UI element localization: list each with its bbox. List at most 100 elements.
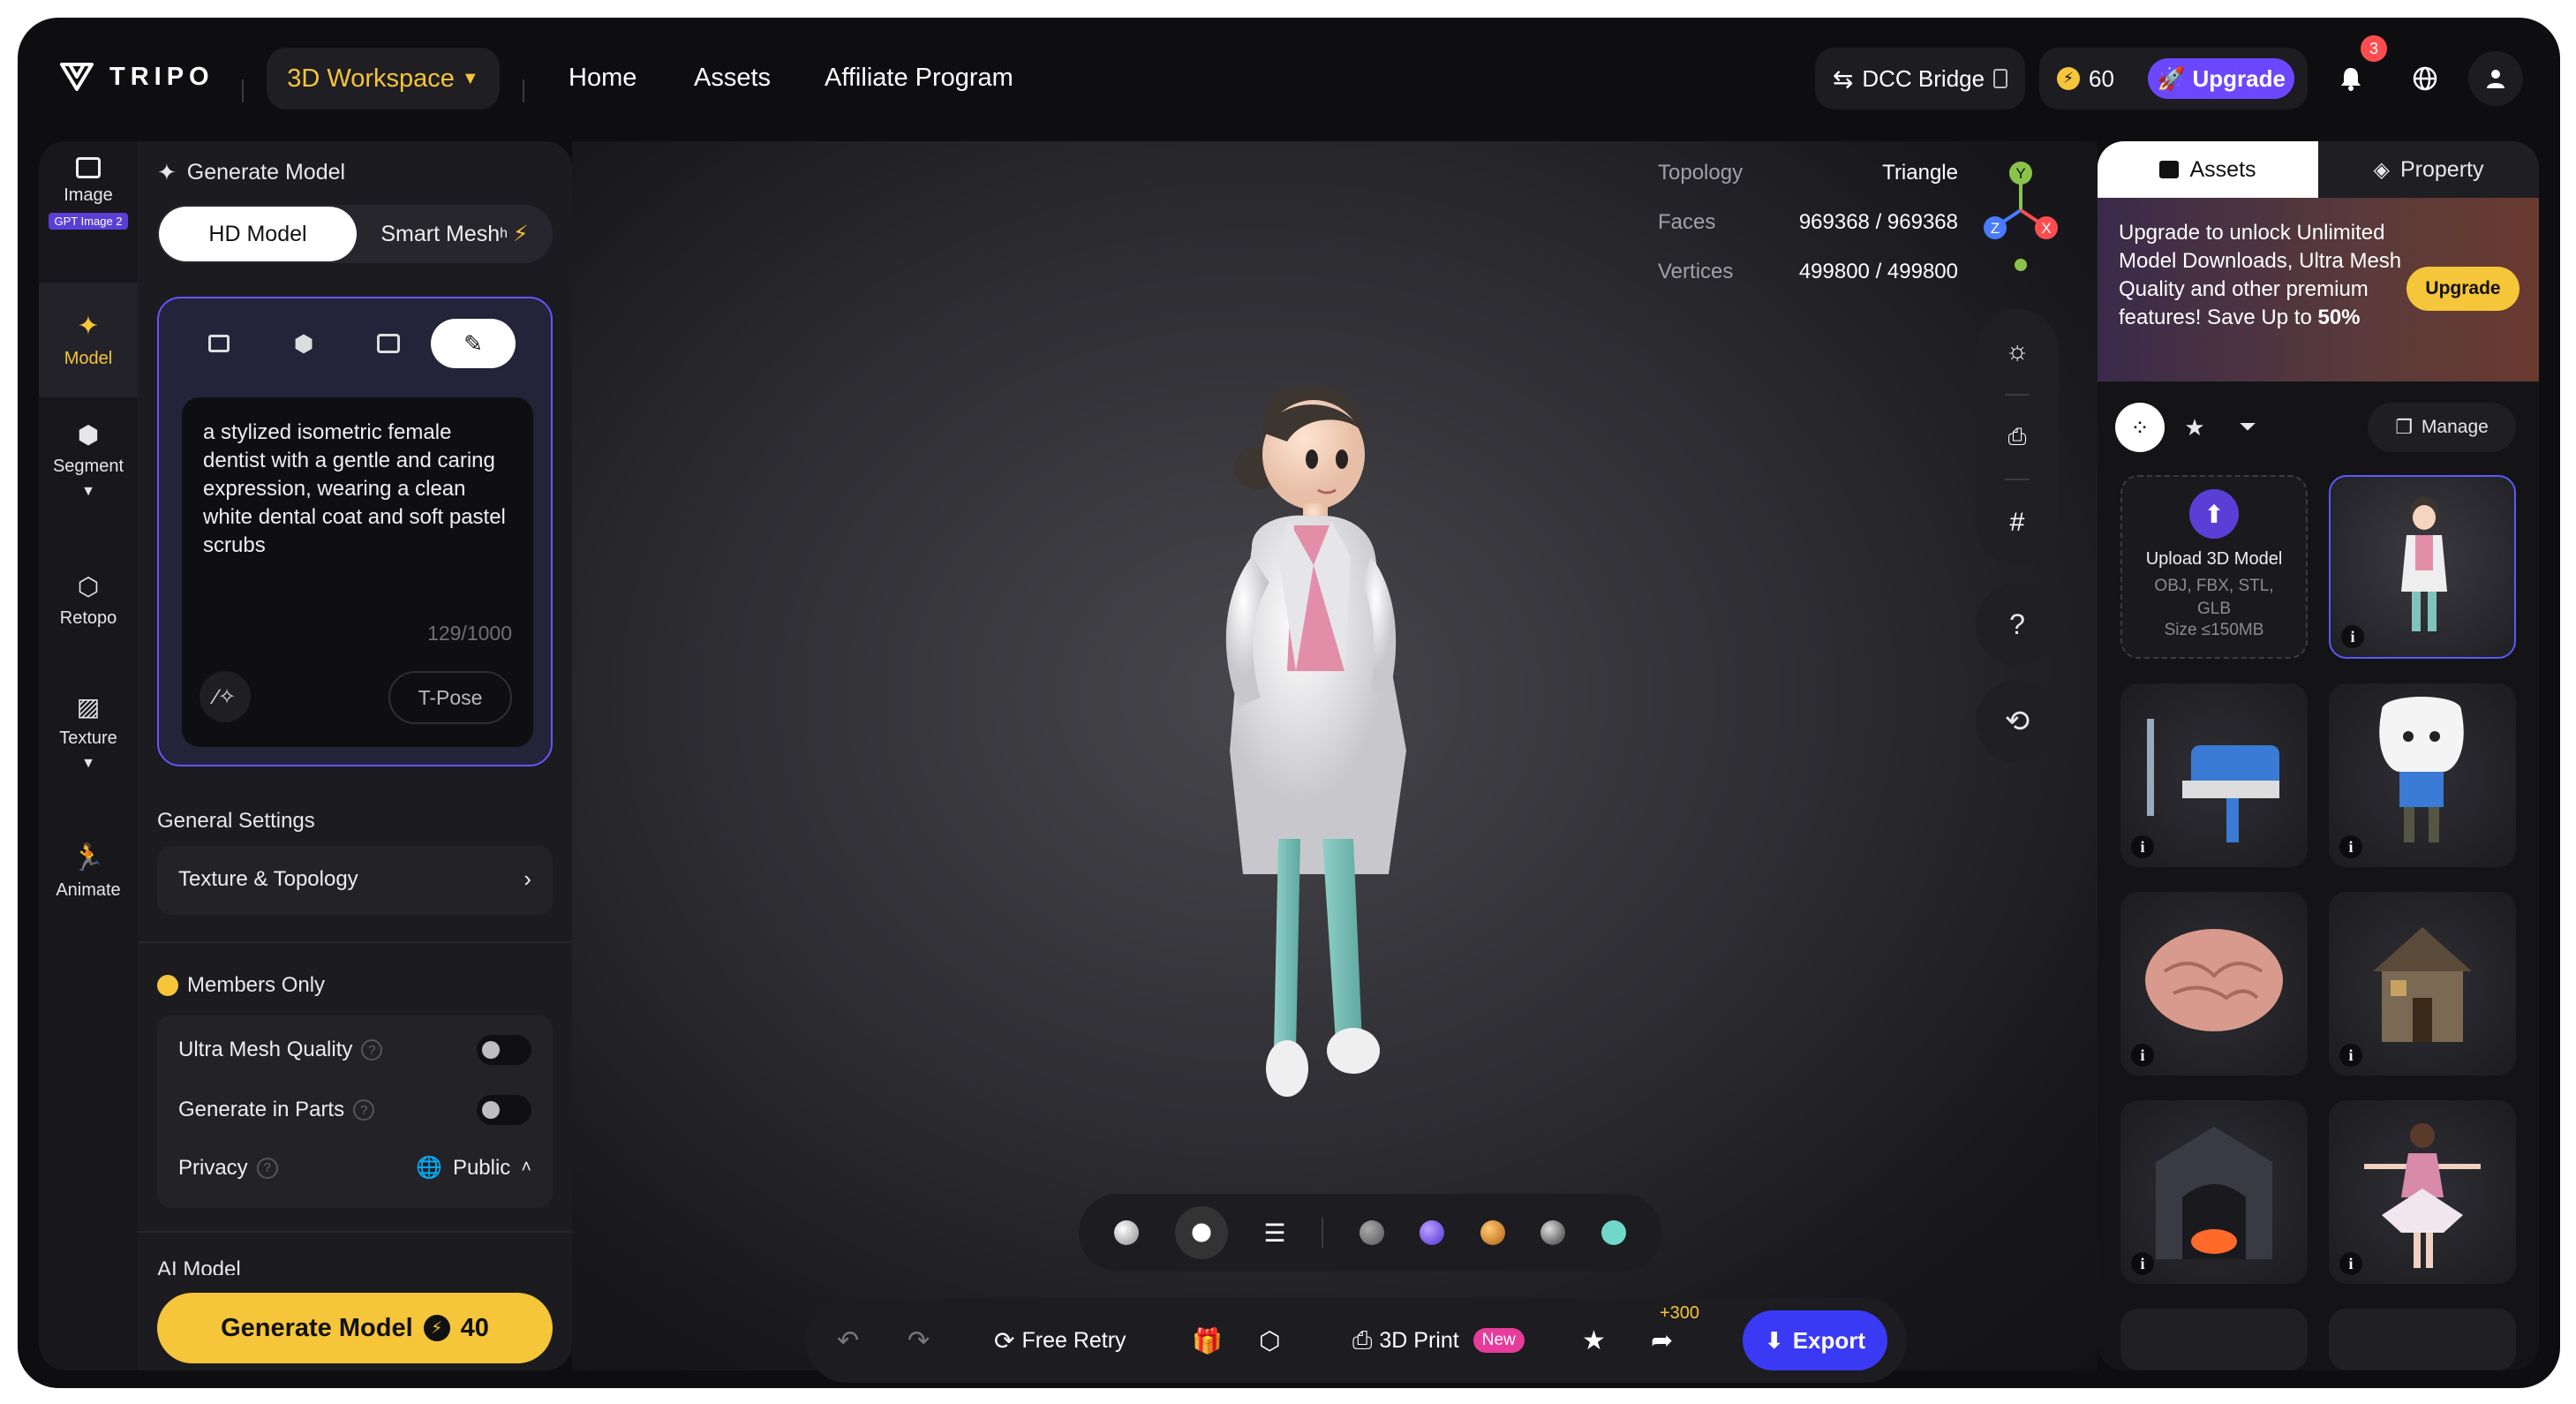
ar-view-button[interactable]: ⬡ (1259, 1298, 1280, 1383)
asset-card-partial[interactable] (2120, 1309, 2308, 1370)
star-icon: ★ (2184, 413, 2205, 441)
tab-text-input[interactable]: ✎ (431, 319, 516, 368)
axis-x-label: X (2041, 220, 2051, 237)
manage-button[interactable]: ❐ Manage (2368, 403, 2516, 452)
tool-animate[interactable]: 🏃 Animate (39, 842, 138, 901)
mode-smart-mesh[interactable]: Smart Mesh h ⚡ (357, 207, 553, 261)
workspace-dropdown[interactable]: 3D Workspace ▼ (267, 48, 500, 109)
camera-icon[interactable]: ⎙ (2008, 423, 2027, 451)
axis-y-label: Y (2015, 165, 2025, 182)
tab-image-input[interactable] (177, 319, 261, 368)
asset-card-house[interactable]: i (2329, 892, 2516, 1076)
nav-home[interactable]: Home (569, 18, 636, 138)
upload-3d-model-card[interactable]: ⬆ Upload 3D Model OBJ, FBX, STL, GLB Siz… (2120, 475, 2308, 659)
new-badge: New (1473, 1328, 1525, 1353)
tab-property[interactable]: ◈ Property (2318, 141, 2539, 198)
info-icon[interactable]: i (2339, 835, 2362, 858)
gpt-image-tag: GPT Image 2 (49, 213, 128, 230)
3d-viewport[interactable]: Topology Triangle Faces 969368 / 969368 Ve… (572, 141, 2098, 1383)
asset-card-tooth[interactable]: i (2329, 683, 2516, 867)
history-button[interactable]: ⟲ (1976, 680, 2059, 763)
nav-assets[interactable]: Assets (694, 18, 771, 138)
material-normal-icon[interactable] (1420, 1220, 1445, 1245)
asset-card-ballerina[interactable]: i (2329, 1100, 2516, 1284)
tool-model[interactable]: ✦ Model (39, 283, 138, 397)
input-type-tabs: ⬢ ✎ (177, 316, 537, 371)
material-gray-icon[interactable] (1359, 1220, 1384, 1245)
tool-retopo[interactable]: ⬡ Retopo (39, 572, 138, 629)
help-icon[interactable]: ? (256, 1157, 278, 1179)
filter-all-button[interactable]: ⁘ (2115, 403, 2165, 452)
favorite-button[interactable]: ★ (1582, 1298, 1606, 1383)
tripo-logo[interactable]: TRIPO (60, 62, 215, 92)
tool-texture[interactable]: ▨ Texture ▼ (39, 692, 138, 772)
undo-button[interactable]: ↶ (837, 1298, 859, 1383)
texture-topology-row[interactable]: Texture & Topology › (157, 846, 553, 915)
magic-wand-button[interactable]: ⁄✧ (200, 671, 251, 722)
credits-count: 60 (2089, 64, 2114, 92)
promo-upgrade-button[interactable]: Upgrade (2407, 267, 2520, 311)
material-metal-icon[interactable] (1540, 1220, 1566, 1245)
asset-card-fireplace[interactable]: i (2120, 1100, 2308, 1284)
gift-icon: 🎁 (1192, 1326, 1223, 1355)
info-icon[interactable]: i (2341, 625, 2364, 648)
prompt-textarea[interactable]: a stylized isometric female dentist with… (182, 397, 533, 747)
generate-model-button[interactable]: Generate Model ⚡ 40 (157, 1293, 553, 1363)
help-icon[interactable]: ? (353, 1099, 375, 1121)
asset-card-partial[interactable] (2329, 1309, 2516, 1370)
material-bar: ☰ (1079, 1194, 1661, 1272)
upgrade-button[interactable]: 🚀 Upgrade (2148, 58, 2294, 99)
light-icon[interactable]: ☼ (2005, 336, 2030, 366)
smart-mesh-sup: h (500, 226, 508, 241)
sliders-icon[interactable]: ☰ (1263, 1219, 1285, 1248)
info-icon[interactable]: i (2339, 1044, 2362, 1067)
material-gold-icon[interactable] (1480, 1220, 1505, 1245)
nav-affiliate-program[interactable]: Affiliate Program (825, 18, 1013, 138)
filter-favorites-button[interactable]: ★ (2170, 403, 2219, 452)
top-header: TRIPO 3D Workspace ▼ Home Assets Affilia… (18, 18, 2560, 138)
tpose-button[interactable]: T-Pose (388, 671, 512, 724)
help-button[interactable]: ? (1976, 583, 2059, 666)
material-teal-icon[interactable] (1601, 1220, 1626, 1245)
archive-icon (2159, 161, 2180, 178)
panel-header: ✦ Generate Model (157, 159, 345, 186)
info-icon[interactable]: i (2131, 1252, 2154, 1275)
help-icon[interactable]: ? (361, 1039, 383, 1061)
asset-card-brain[interactable]: i (2120, 892, 2308, 1076)
tab-multiview-input[interactable]: ⬢ (261, 319, 346, 368)
right-panel-tabs: Assets ◈ Property (2098, 141, 2539, 198)
material-shaded-icon[interactable] (1174, 1206, 1228, 1259)
grid-icon[interactable]: # (2010, 508, 2025, 538)
user-avatar-button[interactable] (2468, 51, 2523, 106)
cube-icon: ⬢ (77, 421, 100, 449)
dcc-bridge-button[interactable]: ⇆ DCC Bridge (1815, 48, 2025, 109)
info-icon[interactable]: i (2339, 1252, 2362, 1275)
language-button[interactable] (2398, 51, 2452, 106)
gen-parts-toggle[interactable] (477, 1095, 531, 1125)
asset-card-dental-chair[interactable]: i (2120, 683, 2308, 867)
3d-print-button[interactable]: ⎙ 3D Print New (1352, 1298, 1525, 1383)
dentist-3d-model (1225, 385, 1406, 1097)
filter-button[interactable]: ⏷ (2223, 403, 2272, 452)
info-icon[interactable]: i (2131, 1044, 2154, 1067)
material-clay-icon[interactable] (1114, 1220, 1140, 1245)
tool-segment[interactable]: ⬢ Segment ▼ (39, 420, 138, 500)
ultra-mesh-toggle[interactable] (477, 1035, 531, 1065)
texture-topology-label: Texture & Topology (178, 866, 358, 891)
mode-hd-model[interactable]: HD Model (159, 207, 357, 261)
gift-button[interactable]: 🎁 (1192, 1298, 1223, 1383)
tab-gallery-input[interactable] (346, 319, 431, 368)
left-toolbar: Image GPT Image 2 ✦ Model ⬢ Segment ▼ ⬡ … (39, 141, 138, 1370)
axis-gizmo[interactable]: Y Z X (1981, 157, 2060, 272)
redo-button[interactable]: ↷ (908, 1298, 930, 1383)
tool-image[interactable]: Image GPT Image 2 (39, 157, 138, 263)
info-icon[interactable]: i (2131, 835, 2154, 858)
asset-card-dentist[interactable]: i (2329, 475, 2516, 659)
ar-cube-icon: ⬡ (1259, 1326, 1281, 1355)
export-button[interactable]: ⬇ Export (1743, 1310, 1887, 1370)
tab-assets[interactable]: Assets (2098, 141, 2318, 198)
free-retry-button[interactable]: ⟳ Free Retry (994, 1298, 1126, 1383)
upload-icon: ⬆ (2189, 489, 2239, 539)
dcc-bridge-label: DCC Bridge (1862, 64, 1985, 92)
privacy-dropdown[interactable]: 🌐 Public ˄ (416, 1155, 531, 1181)
